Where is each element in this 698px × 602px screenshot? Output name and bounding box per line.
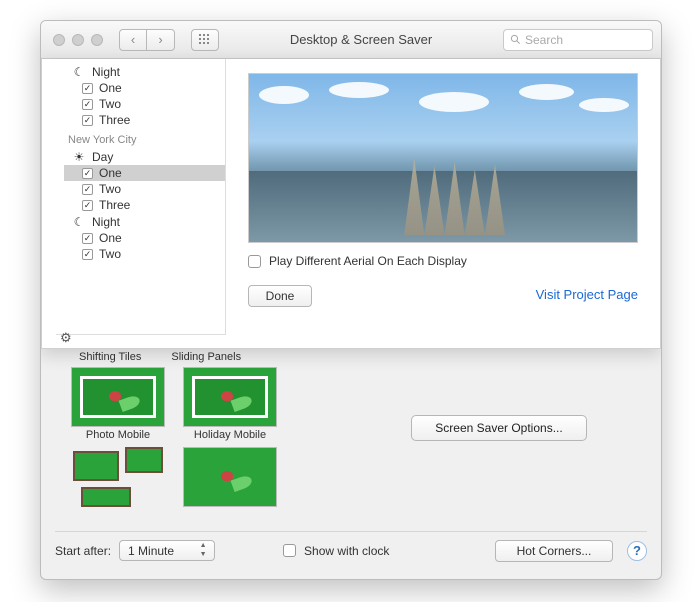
zoom-icon[interactable] [91, 34, 103, 46]
moon-icon: ☾ [72, 65, 86, 79]
show-with-clock-label: Show with clock [304, 544, 389, 558]
forward-button[interactable]: › [147, 29, 175, 51]
list-item[interactable]: One [64, 230, 225, 246]
screensaver-thumb[interactable] [71, 367, 165, 427]
screensaver-grid: Shifting Tiles Sliding Panels Photo Mobi… [71, 351, 319, 509]
checkbox-icon[interactable] [82, 184, 93, 195]
list-item[interactable]: Three [64, 112, 225, 128]
aerial-sidebar: ☾ Night One Two Three New York City ☀ Da… [56, 59, 226, 335]
thumb-label: Holiday Mobile [183, 429, 277, 441]
titlebar: ‹ › Desktop & Screen Saver Search [41, 21, 661, 59]
play-each-display-checkbox[interactable] [248, 255, 261, 268]
section-day[interactable]: ☀ Day [64, 148, 225, 165]
gear-icon[interactable]: ⚙ [60, 330, 72, 346]
start-after-select[interactable]: 1 Minute ▲▼ [119, 540, 215, 561]
section-night-2[interactable]: ☾ Night [64, 213, 225, 230]
thumb-label: Photo Mobile [71, 429, 165, 441]
stepper-icon[interactable]: ▲▼ [196, 542, 210, 560]
screensaver-thumb[interactable] [183, 447, 277, 507]
window-controls [53, 34, 103, 46]
city-header: New York City [64, 128, 225, 148]
grid-button[interactable] [191, 29, 219, 51]
show-with-clock-checkbox[interactable] [283, 544, 296, 557]
list-item[interactable]: One [64, 80, 225, 96]
search-placeholder: Search [525, 33, 563, 47]
screen-saver-options-button[interactable]: Screen Saver Options... [411, 415, 587, 441]
thumb-label: Sliding Panels [171, 351, 241, 363]
hot-corners-button[interactable]: Hot Corners... [495, 540, 613, 562]
window-title: Desktop & Screen Saver [227, 32, 495, 47]
preferences-window: ‹ › Desktop & Screen Saver Search ☾ Nigh… [40, 20, 662, 580]
screensaver-thumb[interactable] [183, 367, 277, 427]
search-input[interactable]: Search [503, 29, 653, 51]
back-button[interactable]: ‹ [119, 29, 147, 51]
moon-icon: ☾ [72, 215, 86, 229]
checkbox-icon[interactable] [82, 233, 93, 244]
checkbox-icon[interactable] [82, 168, 93, 179]
checkbox-icon[interactable] [82, 83, 93, 94]
play-each-display-label: Play Different Aerial On Each Display [269, 254, 467, 268]
done-button[interactable]: Done [248, 285, 312, 307]
checkbox-icon[interactable] [82, 249, 93, 260]
checkbox-icon[interactable] [82, 200, 93, 211]
checkbox-icon[interactable] [82, 115, 93, 126]
list-item[interactable]: Two [64, 181, 225, 197]
list-item-selected[interactable]: One [64, 165, 225, 181]
close-icon[interactable] [53, 34, 65, 46]
start-after-label: Start after: [55, 544, 111, 558]
checkbox-icon[interactable] [82, 99, 93, 110]
screensaver-thumb[interactable] [71, 447, 165, 507]
nav-buttons: ‹ › [119, 29, 175, 51]
aerial-sheet: ☾ Night One Two Three New York City ☀ Da… [41, 59, 661, 349]
thumb-label: Shifting Tiles [79, 351, 141, 363]
search-icon [510, 34, 521, 45]
bottom-bar: Start after: 1 Minute ▲▼ Show with clock… [55, 531, 647, 561]
minimize-icon[interactable] [72, 34, 84, 46]
visit-project-link[interactable]: Visit Project Page [536, 287, 638, 302]
content: ☾ Night One Two Three New York City ☀ Da… [41, 59, 661, 579]
section-night-1[interactable]: ☾ Night [64, 63, 225, 80]
sun-icon: ☀ [72, 150, 86, 164]
list-item[interactable]: Two [64, 96, 225, 112]
play-each-display-row: Play Different Aerial On Each Display [248, 254, 467, 268]
start-after-value: 1 Minute [128, 544, 174, 558]
help-button[interactable]: ? [627, 541, 647, 561]
list-item[interactable]: Three [64, 197, 225, 213]
list-item[interactable]: Two [64, 246, 225, 262]
aerial-preview [248, 73, 638, 243]
